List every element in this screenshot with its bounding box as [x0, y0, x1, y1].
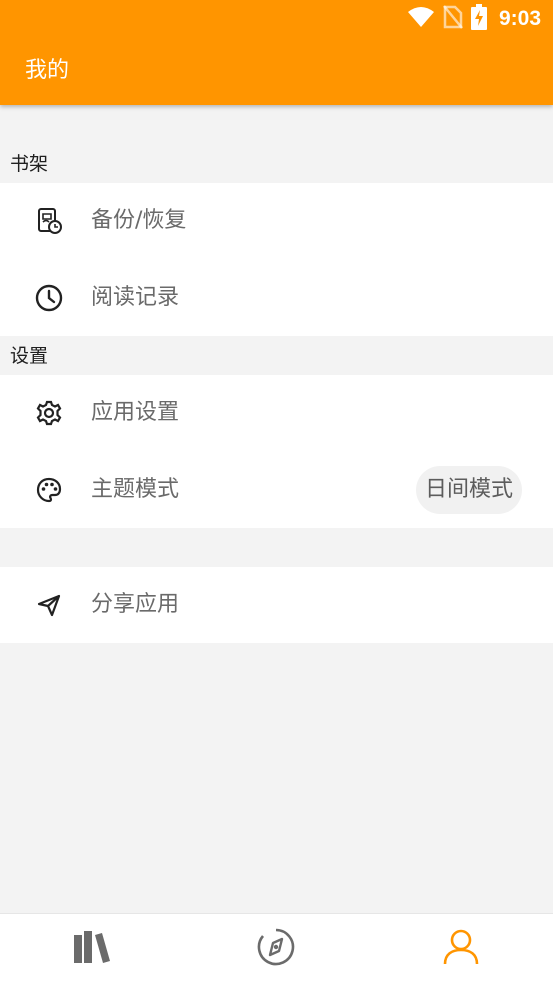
battery-charging-icon — [470, 4, 487, 34]
wifi-icon — [407, 6, 435, 32]
person-icon — [441, 927, 481, 971]
app-settings-label: 应用设置 — [91, 400, 180, 425]
section-header-bookshelf: 书架 — [10, 153, 49, 175]
theme-mode-label: 主题模式 — [91, 477, 180, 502]
backup-restore-item[interactable]: 备份/恢复 — [0, 183, 553, 259]
page-title: 我的 — [25, 58, 70, 83]
no-sim-icon — [443, 5, 463, 33]
reading-history-item[interactable]: 阅读记录 — [0, 260, 553, 336]
app-settings-item[interactable]: 应用设置 — [0, 375, 553, 451]
bottom-navigation — [0, 913, 553, 983]
backup-restore-label: 备份/恢复 — [91, 208, 187, 233]
share-app-label: 分享应用 — [91, 592, 180, 617]
reading-history-label: 阅读记录 — [91, 285, 180, 310]
gear-icon — [34, 398, 64, 428]
app-bar: 9:03 我的 — [0, 0, 553, 105]
backup-restore-icon — [34, 206, 64, 236]
palette-icon — [34, 475, 64, 505]
nav-discover[interactable] — [184, 914, 368, 983]
nav-profile[interactable] — [369, 914, 553, 983]
settings-card: 应用设置 主题模式 日间模式 — [0, 375, 553, 528]
section-header-settings: 设置 — [10, 345, 49, 367]
send-icon — [34, 590, 64, 620]
bookshelf-card: 备份/恢复 阅读记录 — [0, 183, 553, 336]
share-app-item[interactable]: 分享应用 — [0, 567, 553, 643]
other-card: 分享应用 — [0, 567, 553, 643]
status-time: 9:03 — [498, 7, 541, 30]
nav-bookshelf[interactable] — [0, 914, 184, 983]
status-bar: 9:03 — [0, 0, 553, 38]
compass-icon — [256, 927, 296, 971]
theme-mode-value-chip[interactable]: 日间模式 — [415, 466, 522, 514]
theme-mode-item[interactable]: 主题模式 日间模式 — [0, 452, 553, 528]
bookshelf-icon — [72, 929, 112, 969]
clock-icon — [34, 283, 64, 313]
